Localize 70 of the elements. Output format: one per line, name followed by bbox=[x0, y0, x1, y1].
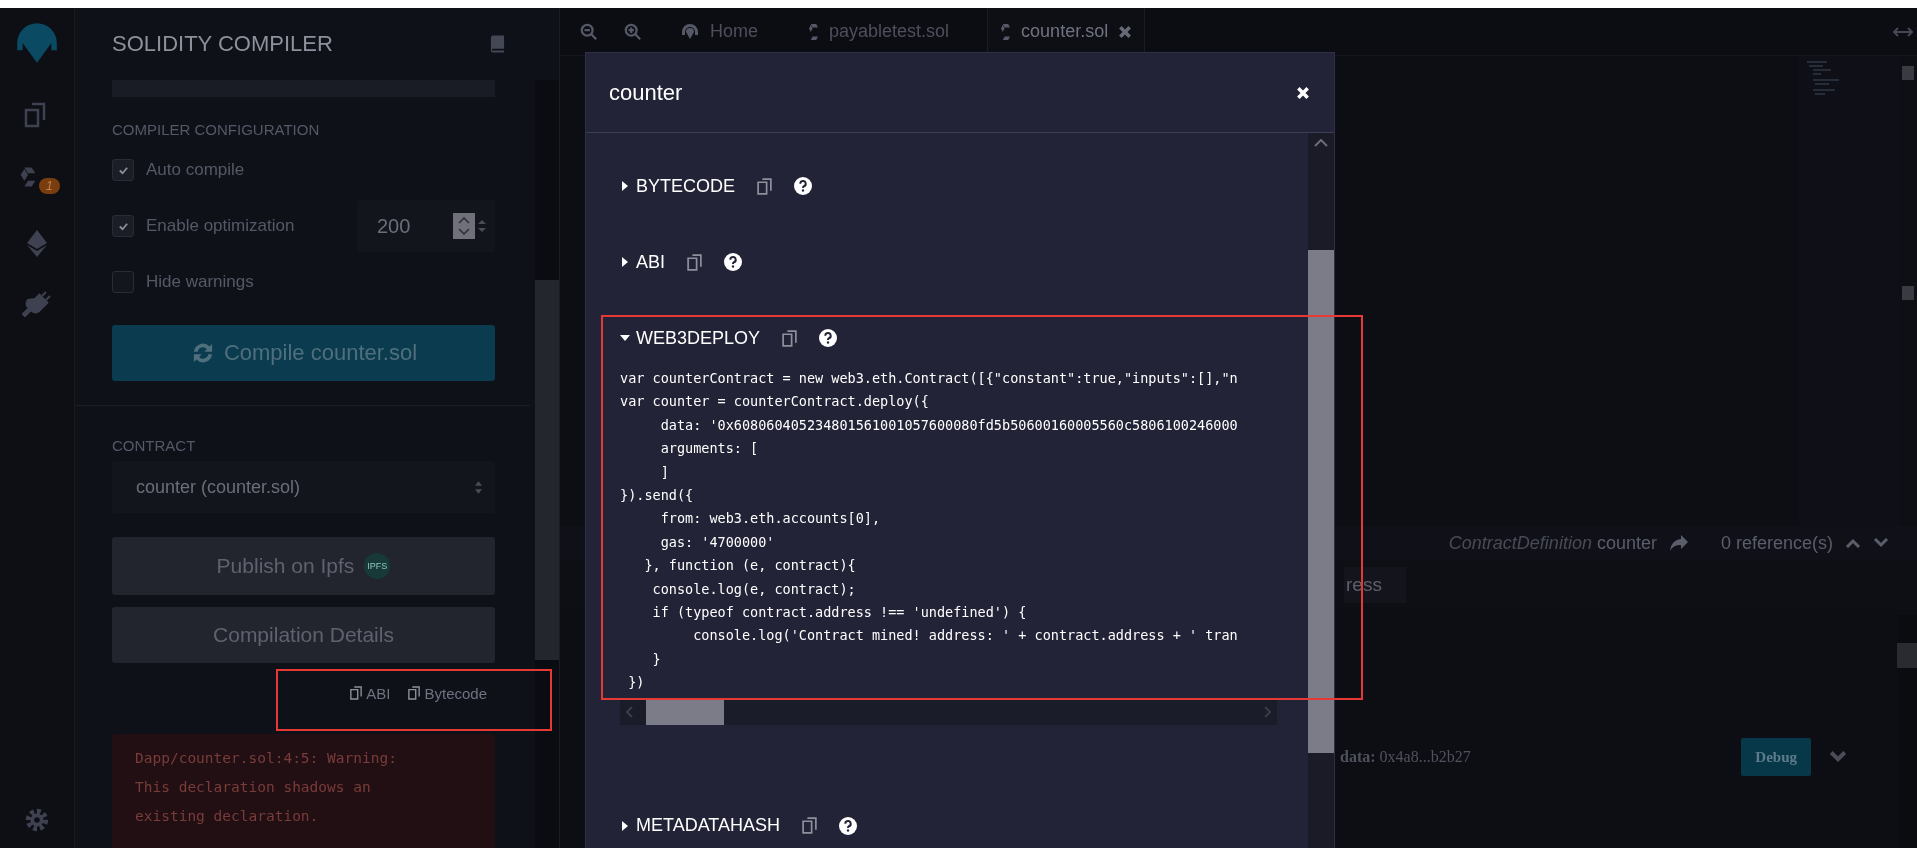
debug-button[interactable]: Debug bbox=[1741, 738, 1811, 776]
help-icon[interactable] bbox=[724, 253, 742, 271]
caret-icon bbox=[620, 181, 630, 191]
reference-count: 0 reference(s) bbox=[1720, 532, 1833, 554]
runs-field[interactable]: 200 bbox=[357, 200, 495, 252]
caret-icon bbox=[620, 333, 630, 343]
ipfs-badge: IPFS bbox=[364, 553, 391, 579]
checkbox[interactable] bbox=[112, 159, 134, 181]
copy-icon bbox=[350, 686, 363, 700]
checkbox-label: Enable optimization bbox=[146, 216, 295, 236]
chevron-right-icon[interactable] bbox=[1263, 706, 1271, 719]
modal-title: counter bbox=[609, 79, 683, 106]
node-info: ContractDefinition counter bbox=[1448, 532, 1657, 554]
copy-icon[interactable] bbox=[757, 177, 773, 195]
copy-icon[interactable] bbox=[687, 253, 702, 271]
plug-icon[interactable] bbox=[22, 290, 52, 320]
checkbox-label: Auto compile bbox=[146, 160, 245, 180]
checkbox[interactable] bbox=[112, 271, 134, 293]
zoom-in-icon[interactable] bbox=[624, 22, 642, 41]
chevron-up-icon[interactable] bbox=[1314, 139, 1328, 147]
editor-tab[interactable]: counter.sol bbox=[987, 8, 1146, 55]
book-icon[interactable] bbox=[490, 35, 505, 53]
copy-icon[interactable] bbox=[782, 329, 798, 347]
section-toggle[interactable]: BYTECODE bbox=[620, 175, 736, 197]
copy-icon bbox=[408, 686, 421, 700]
expand-icon[interactable] bbox=[1893, 26, 1913, 37]
panel-title: SOLIDITY COMPILER bbox=[112, 31, 333, 57]
copy-link[interactable]: ABI bbox=[350, 683, 391, 703]
code-text: var counterContract = new web3.eth.Contract([{"constant":true,"inputs":[],"n var counter = counterContract.deploy({ data: '0x608060405234801561001057600080fd5b50600160005560c5806100246000 arguments: [ ] }).send({ from: web3.eth.accounts[0], gas: '4700000' }, function (e, contract){ console.log(e, contract); if (typeof contract.address !== 'undefined') { console.log('Contract mined! address: ' + contract.address + ' tran } }) bbox=[620, 369, 1239, 693]
file-icon bbox=[808, 22, 819, 41]
editor-tab[interactable]: Home bbox=[668, 8, 770, 55]
spinner-arrows-icon[interactable] bbox=[453, 213, 487, 239]
checkmark-icon bbox=[117, 164, 129, 176]
caret-icon bbox=[620, 820, 630, 831]
compilation-details-button[interactable]: Compilation Details bbox=[112, 607, 495, 663]
section-toggle[interactable]: WEB3DEPLOY bbox=[620, 327, 761, 349]
copy-icon[interactable] bbox=[802, 817, 817, 835]
scrollbar[interactable] bbox=[1308, 133, 1334, 848]
chevron-down-icon[interactable] bbox=[1829, 751, 1847, 763]
chevron-left-icon[interactable] bbox=[626, 706, 634, 719]
section-toggle[interactable]: METADATAHASH bbox=[620, 815, 780, 837]
compile-button[interactable]: Compile counter.sol bbox=[112, 325, 495, 381]
publish-button[interactable]: Publish on Ipfs IPFS bbox=[112, 537, 495, 595]
notification-badge: 1 bbox=[39, 178, 60, 194]
zoom-out-icon[interactable] bbox=[580, 22, 598, 41]
copy-link[interactable]: Bytecode bbox=[408, 683, 487, 703]
help-icon[interactable] bbox=[839, 816, 857, 835]
contract-select[interactable]: counter (counter.sol) bbox=[112, 461, 495, 513]
checkbox[interactable] bbox=[112, 215, 134, 237]
chevron-up-icon[interactable] bbox=[1845, 538, 1861, 548]
warning-message: Dapp/counter.sol:4:5: Warning: This declaration shadows an existing declaration. bbox=[112, 734, 495, 848]
section-toggle[interactable]: ABI bbox=[620, 251, 665, 273]
checkmark-icon bbox=[117, 220, 129, 232]
scrollbar[interactable] bbox=[535, 80, 559, 848]
section-heading: COMPILER CONFIGURATION bbox=[112, 121, 321, 138]
section-heading: CONTRACT bbox=[112, 437, 197, 454]
help-icon[interactable] bbox=[794, 177, 813, 195]
share-arrow-icon[interactable] bbox=[1668, 534, 1689, 552]
horizontal-scrollbar[interactable] bbox=[620, 699, 1277, 725]
checkbox-label: Hide warnings bbox=[146, 272, 254, 292]
file-icon bbox=[1000, 22, 1012, 41]
scrollbar[interactable] bbox=[1897, 615, 1917, 848]
scroll-thumb[interactable] bbox=[646, 699, 724, 725]
caret-icon bbox=[620, 257, 630, 267]
sort-arrows-icon bbox=[474, 479, 483, 495]
help-icon[interactable] bbox=[819, 329, 838, 347]
chevron-down-icon[interactable] bbox=[1873, 538, 1889, 548]
editor-tab[interactable]: payabletest.sol bbox=[796, 8, 962, 55]
log-entry: data: 0x4a8...b2b27 bbox=[1340, 748, 1471, 766]
settings-icon[interactable] bbox=[23, 806, 51, 834]
